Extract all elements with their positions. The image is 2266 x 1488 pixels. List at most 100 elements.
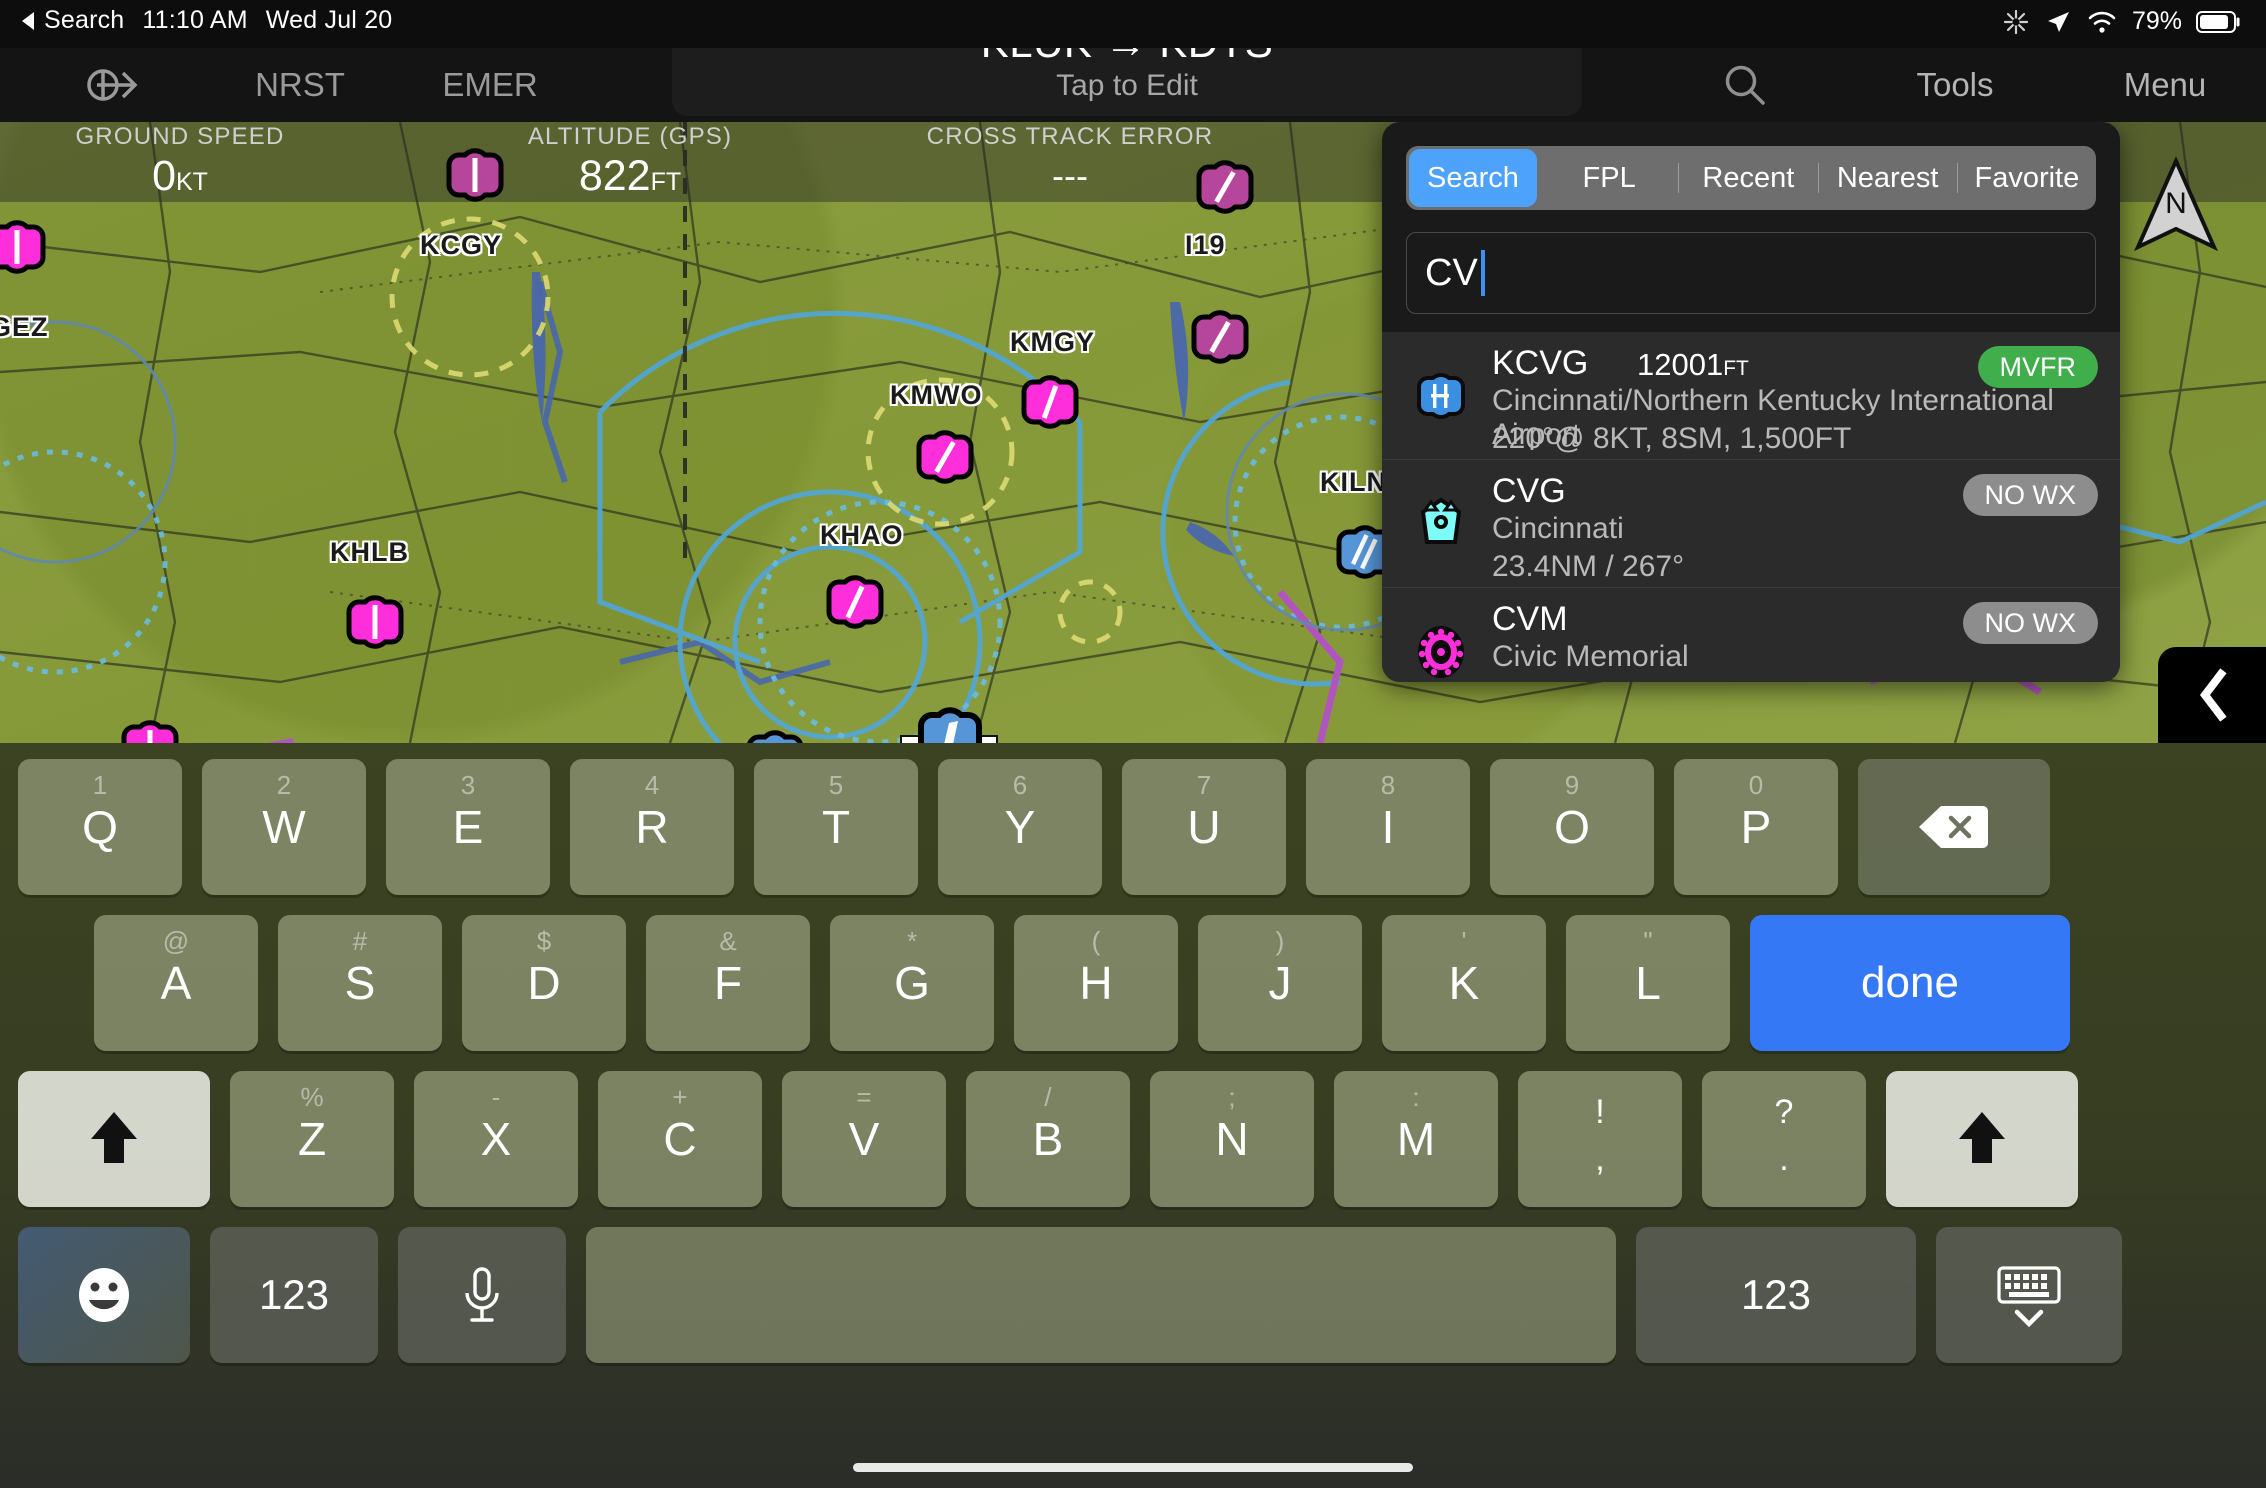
key-m[interactable]: :M [1334,1071,1498,1207]
key-alt-label: 5 [828,770,844,800]
tab-fpl[interactable]: FPL [1540,146,1678,210]
key-numeric-left[interactable]: 123 [210,1227,378,1363]
search-input[interactable]: CV [1406,232,2096,314]
key-w[interactable]: 2W [202,759,366,895]
nearest-button[interactable]: NRST [220,48,380,122]
airport-symbol-i19-lower[interactable] [1175,292,1265,382]
map-label-kmwo: KMWO [890,380,983,410]
key-label: 123 [258,1271,330,1318]
key-l[interactable]: " L [1566,915,1730,1051]
airport-symbol-gez[interactable] [0,202,62,292]
airport-symbol-kmgy[interactable] [1005,357,1095,447]
key-alt-label: 2 [276,770,292,800]
key-label: J [1268,957,1292,1009]
key-alt-label: ) [1275,926,1285,956]
key-j[interactable]: ) J [1198,915,1362,1051]
airport-symbol-i19[interactable] [1180,142,1270,232]
key-alt-label: ( [1091,926,1101,956]
panel-collapse-button[interactable] [2158,647,2266,743]
key-label: H [1079,957,1113,1009]
key-z[interactable]: % Z [230,1071,394,1207]
search-result-row-cvg[interactable]: CVG Cincinnati 23.4NM / 267° NO WX [1382,460,2120,588]
key-x[interactable]: -X [414,1071,578,1207]
key-label: done [1861,958,1959,1007]
key-u[interactable]: 7U [1122,759,1286,895]
airport-symbol-kovo[interactable] [105,702,195,743]
key-alt-label: 7 [1196,770,1212,800]
status-back-label[interactable]: Search [44,6,124,35]
key-o[interactable]: 9O [1490,759,1654,895]
shift-arrow-icon [91,1112,137,1163]
airport-symbol-kcgy[interactable] [430,130,520,220]
search-result-row-kcvg[interactable]: KCVG 12001FT Cincinnati/Northern Kentuck… [1382,332,2120,460]
key-shift-left[interactable] [18,1071,210,1207]
airport-symbol-kcvg[interactable] [730,712,820,743]
result-weather-detail: 220°@ 8KT, 8SM, 1,500FT [1492,422,1852,455]
key-f[interactable]: & F [646,915,810,1051]
key-r[interactable]: 4R [570,759,734,895]
key-d[interactable]: $ D [462,915,626,1051]
search-button[interactable] [1700,48,1790,122]
key-k[interactable]: ' K [1382,915,1546,1051]
key-h[interactable]: (H [1014,915,1178,1051]
key-space[interactable] [586,1227,1616,1363]
emergency-button[interactable]: EMER [400,48,580,122]
text-cursor [1480,250,1485,296]
result-name: Civic Memorial [1492,640,1689,673]
tab-favorite[interactable]: Favorite [1958,146,2096,210]
instrument-ground-speed[interactable]: GROUND SPEED 0KT [30,122,330,202]
key-p[interactable]: 0P [1674,759,1838,895]
key-v[interactable]: = V [782,1071,946,1207]
key-shift-right[interactable] [1886,1071,2078,1207]
key-b[interactable]: / B [966,1071,1130,1207]
map-label-kcgy: KCGY [420,230,503,260]
key-n[interactable]: ; N [1150,1071,1314,1207]
airport-symbol-kmwo[interactable] [900,412,990,502]
key-q[interactable]: 1Q [18,759,182,895]
key-t[interactable]: 5T [754,759,918,895]
tab-nearest[interactable]: Nearest [1819,146,1957,210]
back-triangle-icon[interactable] [22,11,34,30]
search-scope-segmented-control[interactable]: Search FPL Recent Nearest Favorite [1406,146,2096,210]
key-alt-label: ' [1461,926,1467,956]
tab-recent[interactable]: Recent [1679,146,1817,210]
direct-to-button[interactable] [58,48,178,122]
key-g[interactable]: * G [830,915,994,1051]
key-s[interactable]: # S [278,915,442,1051]
key-emoji[interactable] [18,1227,190,1363]
key-question-period[interactable]: ? . [1702,1071,1866,1207]
key-a[interactable]: @ A [94,915,258,1051]
home-indicator[interactable] [853,1463,1413,1472]
key-numeric-right[interactable]: 123 [1636,1227,1916,1363]
key-c[interactable]: + C [598,1071,762,1207]
key-done[interactable]: done [1750,915,2070,1051]
status-badge: NO WX [1962,602,2098,644]
airport-symbol-khao[interactable] [810,557,900,647]
backspace-icon [1919,806,1988,848]
location-arrow-icon [2047,11,2069,32]
key-alt-label: # [352,926,368,956]
menu-button[interactable]: Menu [2080,48,2250,122]
onscreen-keyboard: 1Q 2W 3E 4R 5T 6Y 7U 8I 9O 0P @ A # S $ D &… [0,743,2266,1488]
key-microphone[interactable] [398,1227,566,1363]
battery-icon [2196,10,2240,33]
key-alt-label: " [1643,926,1653,956]
tab-search[interactable]: Search [1409,149,1537,207]
airport-symbol-khlb[interactable] [330,577,420,667]
keyboard-row-2: @ A # S $ D & F * G (H ) J ' K " L done [94,915,2070,1051]
search-result-row-cvm[interactable]: CVM Civic Memorial 273NM / 276° NO WX [1382,588,2120,682]
key-e[interactable]: 3E [386,759,550,895]
result-identifier: CVG [1492,472,1566,510]
key-dismiss-keyboard[interactable] [1936,1227,2122,1363]
status-left-group: Search 11:10 AM Wed Jul 20 [22,6,392,35]
ownship-aircraft-icon[interactable] [900,687,1000,743]
key-backspace[interactable] [1858,759,2050,895]
key-exclaim-comma[interactable]: ! , [1518,1071,1682,1207]
key-alt-label: 3 [460,770,476,800]
tools-button[interactable]: Tools [1870,48,2040,122]
microphone-icon [465,1267,499,1322]
key-y[interactable]: 6Y [938,759,1102,895]
north-compass-icon[interactable]: N [2133,156,2219,262]
direct-to-icon [87,69,138,101]
key-i[interactable]: 8I [1306,759,1470,895]
